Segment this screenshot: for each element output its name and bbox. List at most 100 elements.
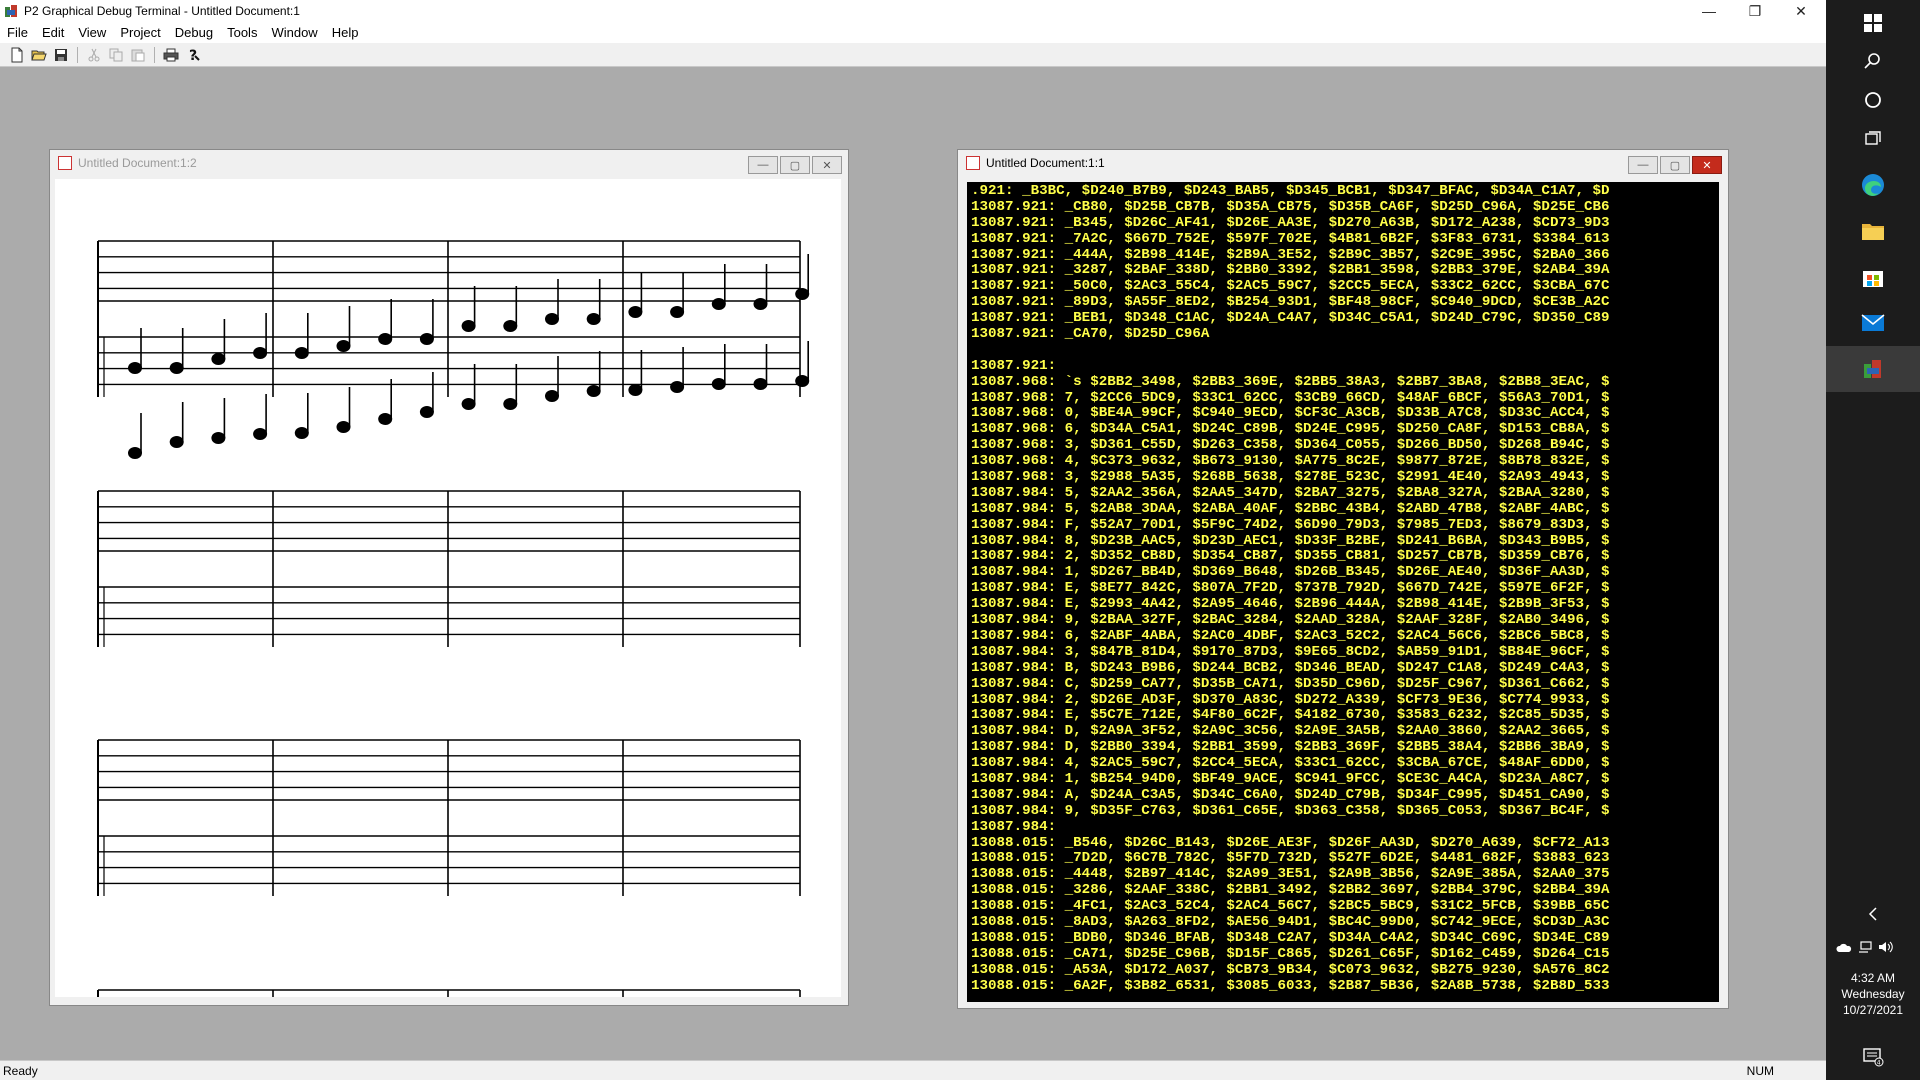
terminal-line: 13088.015: _CA71, $D25E_C96B, $D15F_C865…: [971, 945, 1610, 962]
terminal-line: 13088.015: _4448, $2B97_414C, $2A99_3E51…: [971, 866, 1610, 883]
terminal-line: 13087.984: E, $5C7E_712E, $4F80_6C2F, $4…: [971, 707, 1610, 724]
menu-file[interactable]: File: [0, 22, 35, 43]
note-head: [628, 384, 643, 396]
help-icon[interactable]: ?: [182, 44, 204, 66]
note-head: [336, 421, 351, 433]
note-head: [294, 347, 309, 359]
note-head: [378, 413, 393, 425]
terminal-line: 13087.984: 5, $2AA2_356A, $2AA5_347D, $2…: [971, 484, 1610, 501]
menu-window[interactable]: Window: [264, 22, 324, 43]
paste-icon[interactable]: [127, 44, 149, 66]
document-maximize-button[interactable]: ▢: [1660, 156, 1690, 174]
note-head: [586, 313, 601, 325]
note-head: [211, 432, 226, 444]
terminal-line: 13087.921: _CA70, $D25D_C96A: [971, 326, 1210, 343]
close-button[interactable]: ✕: [1778, 0, 1824, 22]
terminal-text: .921: _B3BC, $D240_B7B9, $D243_BAB5, $D3…: [967, 182, 1719, 994]
document-window-1-2[interactable]: Untitled Document:1:2 — ▢ ✕: [49, 149, 849, 1006]
save-icon[interactable]: [50, 44, 72, 66]
document-icon: [966, 156, 980, 170]
terminal-line: 13087.984: 2, $D26E_AD3F, $D370_A83C, $D…: [971, 691, 1610, 708]
notification-count: 4: [1877, 1060, 1881, 1067]
print-icon[interactable]: [160, 44, 182, 66]
status-text: Ready: [3, 1064, 38, 1078]
note-head: [294, 427, 309, 439]
copy-icon[interactable]: [105, 44, 127, 66]
note-head: [128, 362, 142, 374]
note-head: [169, 362, 184, 374]
terminal-line: 13087.984: 2, $D352_CB8D, $D354_CB87, $D…: [971, 548, 1610, 565]
document-title-bar[interactable]: Untitled Document:1:2 — ▢ ✕: [50, 150, 848, 176]
edge-icon[interactable]: [1826, 162, 1920, 208]
note-head: [795, 288, 810, 300]
terminal-line: 13087.968: `s $2BB2_3498, $2BB3_369E, $2…: [971, 373, 1610, 390]
terminal-line: 13088.015: _A53A, $D172_A037, $CB73_9B34…: [971, 961, 1610, 978]
terminal-line: 13088.015: _7D2D, $6C7B_782C, $5F7D_732D…: [971, 850, 1610, 867]
toolbar-separator: [154, 46, 155, 63]
app-icon[interactable]: [4, 4, 18, 18]
mail-icon[interactable]: [1826, 300, 1920, 346]
terminal-line: 13088.015: _3286, $2AAF_338C, $2BB1_3492…: [971, 882, 1610, 899]
menu-bar: File Edit View Project Debug Tools Windo…: [0, 22, 1826, 43]
store-icon[interactable]: [1826, 254, 1920, 300]
restore-button[interactable]: ❐: [1732, 0, 1778, 22]
mdi-client-area: Untitled Document:1:2 — ▢ ✕ Untitled Doc…: [0, 68, 1826, 1060]
toolbar-separator: [77, 46, 78, 63]
debug-terminal-icon[interactable]: [1826, 346, 1920, 392]
document-title-bar[interactable]: Untitled Document:1:1 — ▢ ✕: [958, 150, 1728, 176]
menu-view[interactable]: View: [71, 22, 113, 43]
main-application-window: P2 Graphical Debug Terminal - Untitled D…: [0, 0, 1826, 1080]
terminal-line: 13087.921: _3287, $2BAF_338D, $2BB0_3392…: [971, 262, 1610, 279]
document-window-1-1[interactable]: Untitled Document:1:1 — ▢ ✕ .921: _B3BC,…: [957, 149, 1729, 1009]
document-maximize-button[interactable]: ▢: [780, 156, 810, 174]
taskbar-clock[interactable]: 4:32 AM Wednesday 10/27/2021: [1826, 970, 1920, 1018]
note-head: [169, 436, 184, 448]
clock-time: 4:32 AM: [1850, 971, 1896, 985]
menu-help[interactable]: Help: [325, 22, 366, 43]
note-head: [545, 390, 559, 402]
document-close-button[interactable]: ✕: [1692, 156, 1722, 174]
title-bar[interactable]: P2 Graphical Debug Terminal - Untitled D…: [0, 0, 1826, 22]
note-head: [419, 333, 434, 345]
volume-icon[interactable]: [1878, 941, 1894, 956]
task-view-icon[interactable]: [1826, 116, 1920, 162]
menu-tools[interactable]: Tools: [220, 22, 264, 43]
file-explorer-icon[interactable]: [1826, 208, 1920, 254]
open-folder-icon[interactable]: [28, 44, 50, 66]
note-head: [503, 398, 518, 410]
onedrive-icon[interactable]: [1836, 941, 1852, 956]
terminal-line: .921: _B3BC, $D240_B7B9, $D243_BAB5, $D3…: [971, 183, 1610, 199]
document-close-button[interactable]: ✕: [812, 156, 842, 174]
menu-project[interactable]: Project: [113, 22, 167, 43]
notification-center-icon[interactable]: 4: [1826, 1034, 1920, 1080]
new-file-icon[interactable]: [6, 44, 28, 66]
note-head: [670, 381, 685, 393]
debug-terminal-output[interactable]: .921: _B3BC, $D240_B7B9, $D243_BAB5, $D3…: [967, 182, 1719, 1002]
note-head: [628, 306, 643, 318]
note-head: [795, 375, 810, 387]
document-minimize-button[interactable]: —: [1628, 156, 1658, 174]
terminal-line: 13087.921: _444A, $2B98_414E, $2B9A_3E52…: [971, 246, 1610, 263]
terminal-line: 13087.984: 3, $847B_81D4, $9170_87D3, $9…: [971, 643, 1610, 660]
cut-icon[interactable]: [83, 44, 105, 66]
terminal-line: 13087.921: _CB80, $D25B_CB7B, $D35A_CB75…: [971, 198, 1610, 215]
chevron-left-icon[interactable]: [1826, 902, 1920, 926]
terminal-line: 13087.984: D, $2BB0_3394, $2BB1_3599, $2…: [971, 739, 1610, 756]
terminal-line: 13087.968: 7, $2CC6_5DC9, $33C1_62CC, $3…: [971, 389, 1610, 406]
network-icon[interactable]: [1858, 940, 1872, 956]
graphic-display[interactable]: [55, 179, 841, 997]
minimize-button[interactable]: —: [1686, 0, 1732, 22]
terminal-line: 13087.968: 0, $BE4A_99CF, $C940_9ECD, $C…: [971, 405, 1610, 422]
note-head: [586, 385, 601, 397]
clock-date: 10/27/2021: [1842, 1003, 1904, 1017]
document-title: Untitled Document:1:1: [986, 156, 1105, 170]
menu-debug[interactable]: Debug: [168, 22, 220, 43]
document-minimize-button[interactable]: —: [748, 156, 778, 174]
terminal-line: 13088.015: _8AD3, $A263_8FD2, $AE56_94D1…: [971, 913, 1610, 930]
note-head: [711, 378, 726, 390]
app-title: P2 Graphical Debug Terminal - Untitled D…: [24, 4, 300, 18]
menu-edit[interactable]: Edit: [35, 22, 71, 43]
note-head: [419, 406, 434, 418]
terminal-line: 13087.984: 9, $2BAA_327F, $2BAC_3284, $2…: [971, 612, 1610, 629]
